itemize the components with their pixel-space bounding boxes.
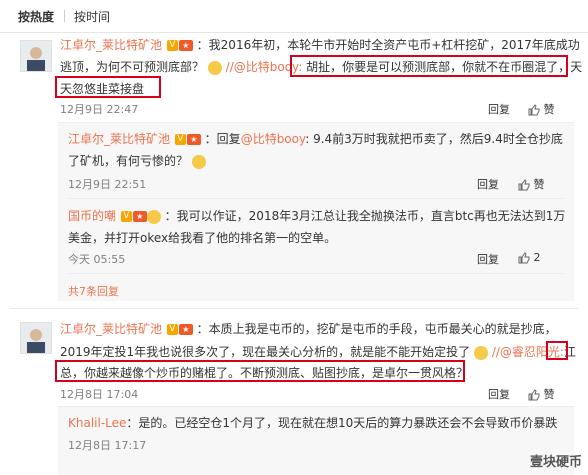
reply-text: 美金，并打开okex给我看了他的排名第一的空单。 [68, 231, 337, 245]
highlight-box [290, 55, 568, 77]
reply-line-2: 了矿机，有何亏惨的？ [68, 152, 206, 169]
like-button[interactable]: 赞 [528, 386, 555, 402]
reply-text: 了矿机，有何亏惨的？ [68, 154, 189, 168]
divider [68, 273, 564, 274]
reply-time: 12月9日 22:51 [68, 178, 147, 191]
reply-text: ：回复 [204, 132, 241, 146]
smile-emoji-icon [474, 345, 489, 360]
avatar-icon [21, 323, 51, 353]
divider [10, 308, 578, 309]
comment-user[interactable]: 江卓尔_莱比特矿池 [60, 38, 162, 52]
highlight-box [55, 76, 161, 98]
verified-icon: V [174, 134, 186, 145]
tab-time[interactable]: 按时间 [74, 8, 110, 25]
avatar-icon [21, 41, 51, 71]
thumb-up-icon [528, 104, 540, 116]
divider [68, 198, 564, 199]
thumb-up-icon [518, 179, 530, 191]
like-label: 赞 [533, 178, 545, 191]
reply-user[interactable]: 国币的嘲 [68, 209, 116, 223]
like-button[interactable]: 赞 [528, 101, 555, 117]
emoji-icon [146, 209, 161, 224]
highlight-box [55, 360, 465, 382]
reply-text: : 9.4前3万时我就把币卖了，然后9.4时全仓抄底 [305, 132, 563, 146]
reply-time: 今天 05:55 [68, 253, 126, 266]
more-replies-link[interactable]: 共7条回复 [68, 283, 119, 299]
tab-hot[interactable]: 按热度 [18, 8, 54, 25]
sort-tabs: 按热度 按时间 [0, 0, 588, 33]
mention-link[interactable]: @比特booy [241, 132, 306, 146]
vip-icon: ★ [178, 324, 193, 335]
vip-icon: ★ [132, 211, 147, 222]
reply-button[interactable]: 回复 [477, 251, 499, 267]
comment-time: 12月8日 17:04 [60, 388, 139, 401]
comment-line-2: 2019年定投1年我也说很多次了，现在最关心分析的，就是能不能开始定投了 //@… [60, 343, 576, 360]
like-button[interactable]: 2 [518, 251, 541, 264]
verified-icon: V [166, 40, 178, 51]
verified-icon: V [120, 211, 132, 222]
reply-button[interactable]: 回复 [477, 176, 499, 192]
like-count: 2 [533, 251, 541, 264]
watermark: 壹块硬币 [529, 455, 582, 470]
vip-icon: ★ [178, 40, 193, 51]
reply-button[interactable]: 回复 [488, 386, 510, 402]
comment-line-1: 江卓尔_莱比特矿池 V ★ ：我2016年初，本轮牛市开始时全资产屯币+杠杆挖矿，… [60, 36, 580, 53]
vip-icon: ★ [186, 134, 201, 145]
reply-text: ：我可以作证，2018年3月江总让我全抛换法币，直言btc再也无法达到1万 [164, 209, 566, 223]
avatar[interactable] [20, 40, 52, 72]
reply-text: ：是的。已经空仓1个月了，现在就在想10天后的算力暴跌还会不会导致币价暴跌 [126, 416, 558, 430]
reply-line-1: 江卓尔_莱比特矿池 V ★ ：回复@比特booy: 9.4前3万时我就把币卖了，然… [68, 130, 563, 147]
reply-line-1: Khalil-Lee：是的。已经空仓1个月了，现在就在想10天后的算力暴跌还会不… [68, 414, 557, 431]
like-label: 赞 [543, 388, 555, 401]
reply-user[interactable]: Khalil-Lee [68, 416, 126, 430]
reply-button[interactable]: 回复 [488, 101, 510, 117]
reply-line-4: 美金，并打开okex给我看了他的排名第一的空单。 [68, 229, 336, 246]
like-label: 赞 [543, 103, 555, 116]
thumb-up-icon [518, 252, 530, 264]
highlight-box [546, 341, 568, 360]
smile-emoji-icon [191, 154, 206, 169]
avatar[interactable] [20, 322, 52, 354]
like-button[interactable]: 赞 [518, 176, 545, 192]
comment-user[interactable]: 江卓尔_莱比特矿池 [60, 322, 162, 336]
reply-time: 12月8日 17:17 [68, 439, 147, 452]
comment-text: 逃顶，为何不可预测底部？ [60, 60, 205, 74]
comment-text: ：我2016年初，本轮牛市开始时全资产屯币+杠杆挖矿，2017年底成功 [196, 38, 580, 52]
verified-icon: V [166, 324, 178, 335]
comment-text: 2019年定投1年我也说很多次了，现在最关心分析的，就是能不能开始定投了 [60, 345, 471, 359]
comment-time: 12月9日 22:47 [60, 103, 139, 116]
reply-line-3: 国币的嘲 V ★ ：我可以作证，2018年3月江总让我全抛换法币，直言btc再也无… [68, 207, 565, 224]
comment-line-1: 江卓尔_莱比特矿池 V ★ ：本质上我是屯币的，挖矿是屯币的手段，屯币最关心的就是… [60, 320, 557, 337]
comment-text: ：本质上我是屯币的，挖矿是屯币的手段，屯币最关心的就是抄底， [196, 322, 557, 336]
reply-user[interactable]: 江卓尔_莱比特矿池 [68, 132, 170, 146]
smile-emoji-icon [207, 60, 222, 75]
tab-divider [64, 10, 65, 22]
thumb-up-icon [528, 389, 540, 401]
